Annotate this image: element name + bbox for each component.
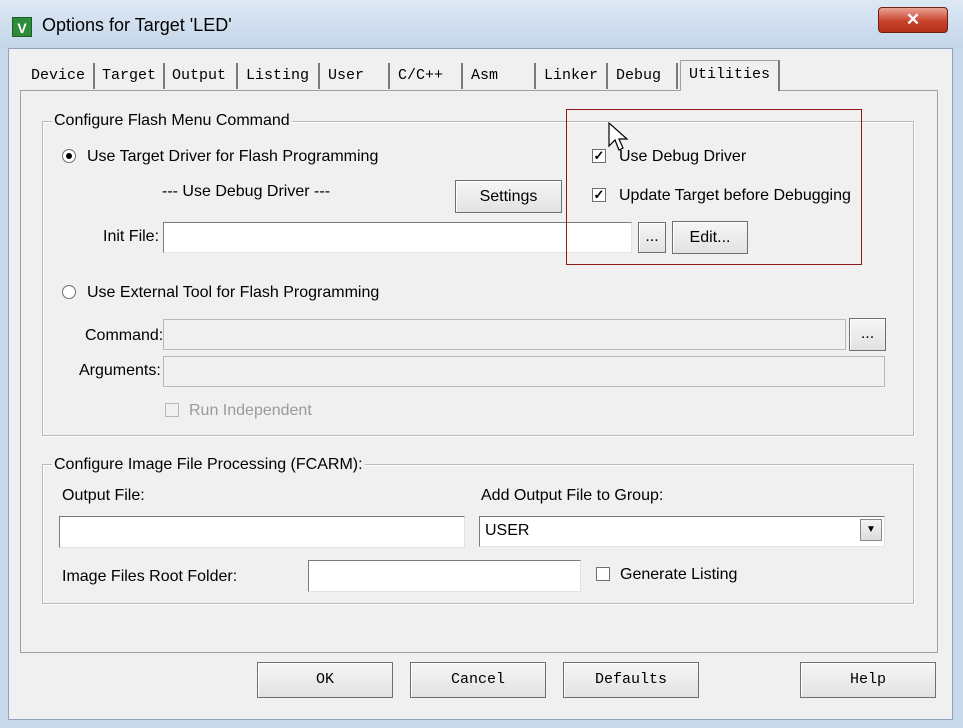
command-input[interactable] bbox=[163, 319, 846, 350]
root-folder-input[interactable] bbox=[308, 560, 581, 592]
output-file-label: Output File: bbox=[62, 487, 145, 504]
window-title: Options for Target 'LED' bbox=[42, 15, 232, 35]
tab-linker[interactable]: Linker bbox=[538, 63, 608, 89]
group-select-value: USER bbox=[485, 522, 530, 539]
flash-menu-legend: Configure Flash Menu Command bbox=[52, 112, 292, 130]
init-file-input[interactable] bbox=[163, 222, 632, 253]
tab-listing[interactable]: Listing bbox=[240, 63, 320, 89]
driver-value[interactable]: --- Use Debug Driver --- bbox=[162, 183, 330, 201]
init-file-label: Init File: bbox=[103, 228, 160, 245]
generate-listing-label[interactable]: Generate Listing bbox=[620, 566, 737, 584]
ok-button[interactable]: OK bbox=[257, 662, 393, 698]
run-independent-label[interactable]: Run Independent bbox=[189, 402, 312, 420]
tab-target[interactable]: Target bbox=[96, 63, 165, 89]
tab-c-cpp[interactable]: C/C++ bbox=[392, 63, 463, 89]
add-output-group-label: Add Output File to Group: bbox=[481, 487, 664, 504]
use-target-driver-label[interactable]: Use Target Driver for Flash Programming bbox=[87, 148, 378, 166]
app-icon: V bbox=[12, 17, 32, 37]
tab-device[interactable]: Device bbox=[25, 63, 95, 89]
close-button[interactable]: ✕ bbox=[878, 7, 948, 33]
generate-listing-checkbox[interactable] bbox=[596, 567, 610, 581]
root-folder-label: Image Files Root Folder: bbox=[62, 568, 238, 585]
tab-utilities[interactable]: Utilities bbox=[680, 60, 780, 91]
use-target-driver-radio[interactable] bbox=[62, 149, 76, 163]
radio-selected-dot bbox=[66, 153, 72, 159]
arguments-label: Arguments: bbox=[79, 362, 161, 379]
defaults-button[interactable]: Defaults bbox=[563, 662, 699, 698]
use-external-tool-label[interactable]: Use External Tool for Flash Programming bbox=[87, 284, 379, 302]
help-button[interactable]: Help bbox=[800, 662, 936, 698]
mouse-cursor-icon bbox=[608, 122, 629, 151]
tab-debug[interactable]: Debug bbox=[610, 63, 678, 89]
run-independent-checkbox[interactable] bbox=[165, 403, 179, 417]
chevron-down-icon[interactable]: ▼ bbox=[860, 519, 882, 541]
arguments-input[interactable] bbox=[163, 356, 885, 387]
settings-button[interactable]: Settings bbox=[455, 180, 562, 213]
command-label: Command: bbox=[85, 327, 164, 344]
tab-output[interactable]: Output bbox=[166, 63, 238, 89]
command-browse-button[interactable]: ... bbox=[849, 318, 886, 351]
cancel-button[interactable]: Cancel bbox=[410, 662, 546, 698]
group-select[interactable]: USER ▼ bbox=[479, 516, 885, 547]
use-external-tool-radio[interactable] bbox=[62, 285, 76, 299]
image-processing-legend: Configure Image File Processing (FCARM): bbox=[52, 456, 365, 474]
output-file-input[interactable] bbox=[59, 516, 465, 548]
tab-asm[interactable]: Asm bbox=[465, 63, 536, 89]
tab-user[interactable]: User bbox=[322, 63, 390, 89]
